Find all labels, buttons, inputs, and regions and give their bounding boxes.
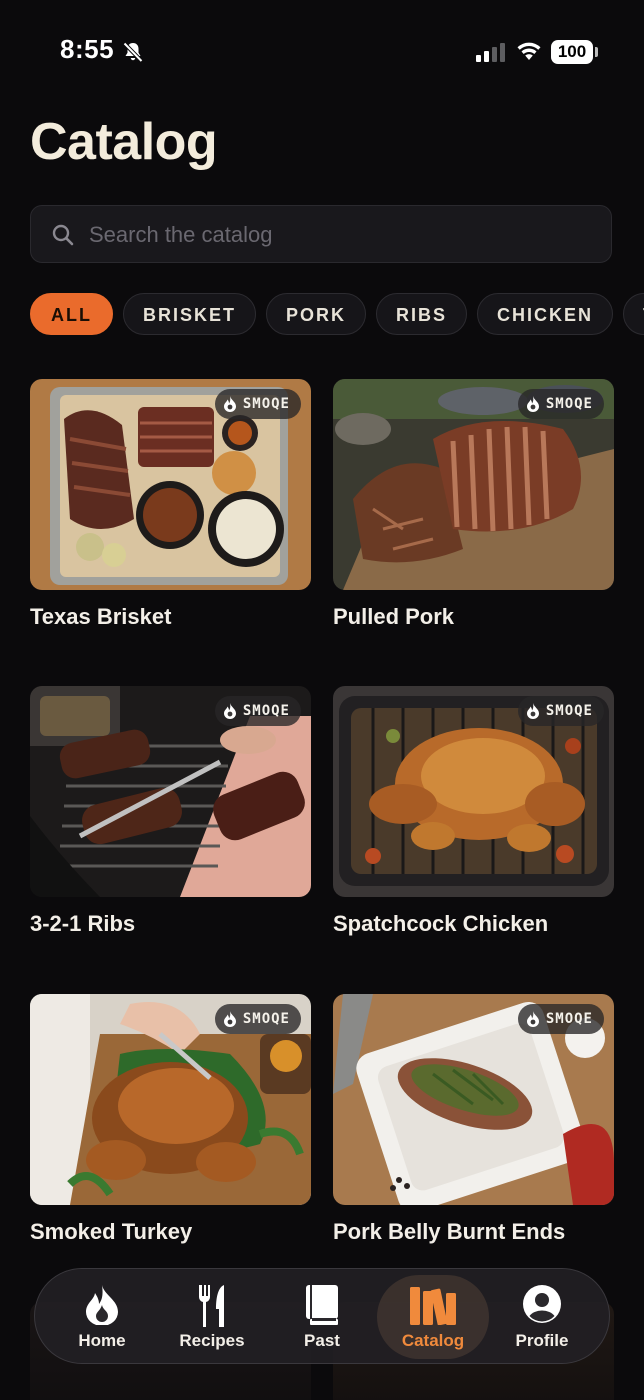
tab-recipes[interactable]: Recipes [157,1275,267,1359]
badge-label: SMOQE [545,396,593,412]
flame-icon [86,1285,118,1325]
library-icon [410,1287,456,1325]
recipe-image: SMOQE [30,994,311,1205]
recipe-card[interactable]: SMOQE Pork Belly Burnt Ends [333,994,614,1245]
category-filter-chips: ALLBRISKETPORKRIBSCHICKENT [30,293,644,337]
smoqe-badge: SMOQE [214,389,301,419]
recipe-title: Spatchcock Chicken [333,911,549,936]
battery-indicator: 100 [551,40,593,64]
flame-icon [223,396,236,412]
tab-label: Catalog [401,1331,465,1350]
recipe-image: SMOQE [333,994,614,1205]
badge-label: SMOQE [242,396,290,412]
flame-icon [526,703,539,719]
tab-label: Profile [515,1331,569,1350]
tab-past[interactable]: Past [267,1275,377,1359]
tab-label: Recipes [179,1331,245,1350]
tab-label: Past [304,1331,340,1350]
recipe-card[interactable]: SMOQE Smoked Turkey [30,994,311,1245]
badge-label: SMOQE [545,703,593,719]
recipe-image: SMOQE [333,379,614,590]
tab-home[interactable]: Home [47,1275,157,1359]
recipe-title: 3-2-1 Ribs [30,911,136,936]
chip-ribs[interactable]: RIBS [376,293,468,335]
page-title: Catalog [30,113,218,171]
flame-icon [526,396,539,412]
recipe-card[interactable]: SMOQE Pulled Pork [333,379,614,630]
chip-all[interactable]: ALL [30,293,113,335]
tab-label: Home [78,1331,126,1350]
badge-label: SMOQE [545,1011,593,1027]
wifi-icon [517,42,541,60]
flame-icon [223,1011,236,1027]
fork-knife-icon [198,1285,224,1327]
smoqe-badge: SMOQE [214,696,301,726]
cellular-signal-icon [476,43,505,62]
badge-label: SMOQE [242,1011,290,1027]
smoqe-badge: SMOQE [517,696,604,726]
chip-brisket[interactable]: BRISKET [123,293,257,335]
smoqe-badge: SMOQE [214,1004,301,1034]
recipe-image: SMOQE [333,686,614,897]
flame-icon [223,703,236,719]
recipe-image: SMOQE [30,686,311,897]
chip-pork[interactable]: PORK [266,293,367,335]
catalog-screen: 8:55 100 Catalog ALLBRISK [0,0,644,1400]
recipe-card[interactable]: SMOQE Texas Brisket [30,379,311,630]
search-icon [52,224,74,246]
chip-chicken[interactable]: CHICKEN [477,293,614,335]
status-bar: 8:55 100 [0,0,644,104]
bottom-tab-bar: Home Recipes Past Catalog Profile [34,1268,610,1364]
recipe-image: SMOQE [30,379,311,590]
flame-icon [526,1011,539,1027]
tab-catalog[interactable]: Catalog [377,1275,489,1359]
battery-nub [595,47,598,57]
recipe-card[interactable]: SMOQE 3-2-1 Ribs [30,686,311,937]
smoqe-badge: SMOQE [517,1004,604,1034]
recipe-title: Texas Brisket [30,604,172,629]
badge-label: SMOQE [242,703,290,719]
search-input[interactable] [87,206,591,264]
book-icon [306,1285,338,1325]
tab-profile[interactable]: Profile [487,1275,597,1359]
search-bar[interactable] [30,205,612,264]
bell-muted-icon [123,42,143,63]
recipe-title: Pulled Pork [333,604,455,629]
status-time: 8:55 [60,34,115,64]
smoqe-badge: SMOQE [517,389,604,419]
recipe-card[interactable]: SMOQE Spatchcock Chicken [333,686,614,937]
chip-truncated[interactable]: T [623,293,644,335]
profile-icon [523,1285,561,1323]
